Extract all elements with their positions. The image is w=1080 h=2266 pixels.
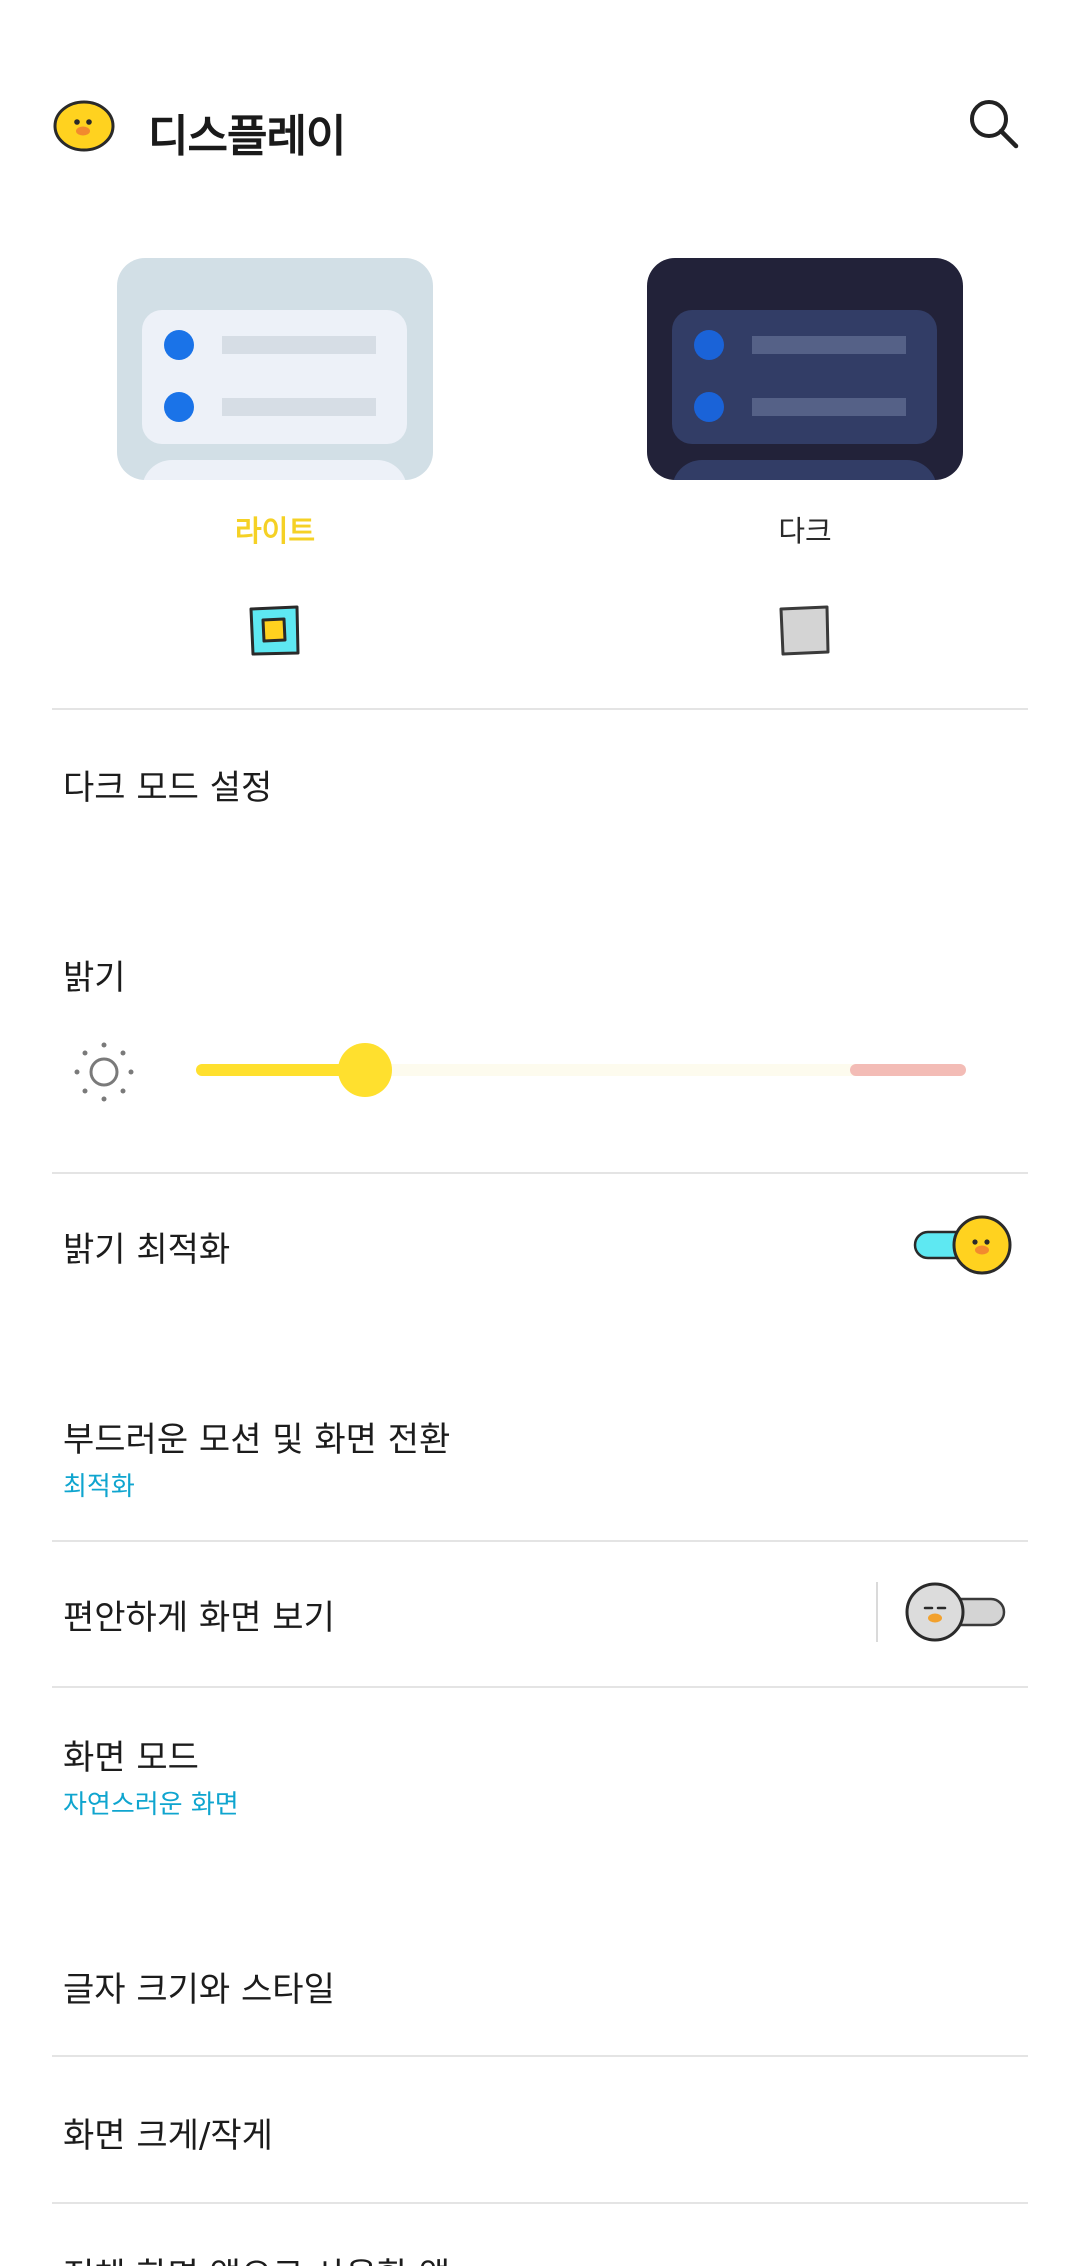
- brightness-label: 밝기: [63, 958, 126, 998]
- slider-warning-zone: [850, 1064, 966, 1076]
- dark-mode-settings-item[interactable]: 다크 모드 설정: [63, 760, 272, 809]
- preview-dot: [164, 392, 194, 422]
- preview-dot: [164, 330, 194, 360]
- font-size-style-item[interactable]: 글자 크기와 스타일: [63, 1962, 335, 2011]
- preview-line: [752, 398, 906, 416]
- auto-brightness-item[interactable]: 밝기 최적화: [63, 1222, 230, 1271]
- preview-panel: [672, 310, 937, 444]
- motion-value: 최적화: [63, 1472, 135, 1502]
- screen-zoom-item[interactable]: 화면 크게/작게: [63, 2108, 273, 2157]
- preview-dot: [694, 392, 724, 422]
- page-title: 디스플레이: [148, 111, 346, 162]
- eye-comfort-item[interactable]: 편안하게 화면 보기: [63, 1590, 335, 1639]
- theme-light-label: 라이트: [234, 514, 316, 548]
- app-header: 디스플레이: [0, 0, 1080, 250]
- theme-light-radio-icon[interactable]: [248, 604, 300, 656]
- fullscreen-apps-item[interactable]: 전체 화면 앱으로 사용할 앱: [63, 2248, 450, 2266]
- preview-dot: [694, 330, 724, 360]
- slider-thumb[interactable]: [338, 1043, 393, 1097]
- screen-mode-value: 자연스러운 화면: [63, 1790, 239, 1820]
- theme-light-preview[interactable]: [117, 258, 433, 480]
- divider: [52, 1686, 1028, 1688]
- preview-panel: [142, 310, 407, 444]
- motion-smoothness-item[interactable]: 부드러운 모션 및 화면 전환: [63, 1412, 450, 1461]
- theme-dark-radio-icon[interactable]: [778, 604, 830, 656]
- theme-dark-label: 다크: [778, 514, 832, 548]
- preview-panel-bottom: [672, 460, 937, 480]
- preview-line: [752, 336, 906, 354]
- search-icon[interactable]: [966, 96, 1022, 152]
- theme-dark-preview[interactable]: [647, 258, 963, 480]
- eye-comfort-toggle-icon[interactable]: [902, 1582, 1008, 1642]
- duck-face-icon: [53, 100, 115, 152]
- sun-icon: [74, 1042, 134, 1102]
- preview-line: [222, 398, 376, 416]
- auto-brightness-toggle-icon[interactable]: [912, 1215, 1016, 1275]
- preview-line: [222, 336, 376, 354]
- preview-panel-bottom: [142, 460, 407, 480]
- screen-mode-item[interactable]: 화면 모드: [63, 1730, 199, 1779]
- vertical-separator: [876, 1582, 878, 1642]
- divider: [52, 1540, 1028, 1542]
- divider: [52, 2202, 1028, 2204]
- divider: [52, 708, 1028, 710]
- divider: [52, 1172, 1028, 1174]
- divider: [52, 2055, 1028, 2057]
